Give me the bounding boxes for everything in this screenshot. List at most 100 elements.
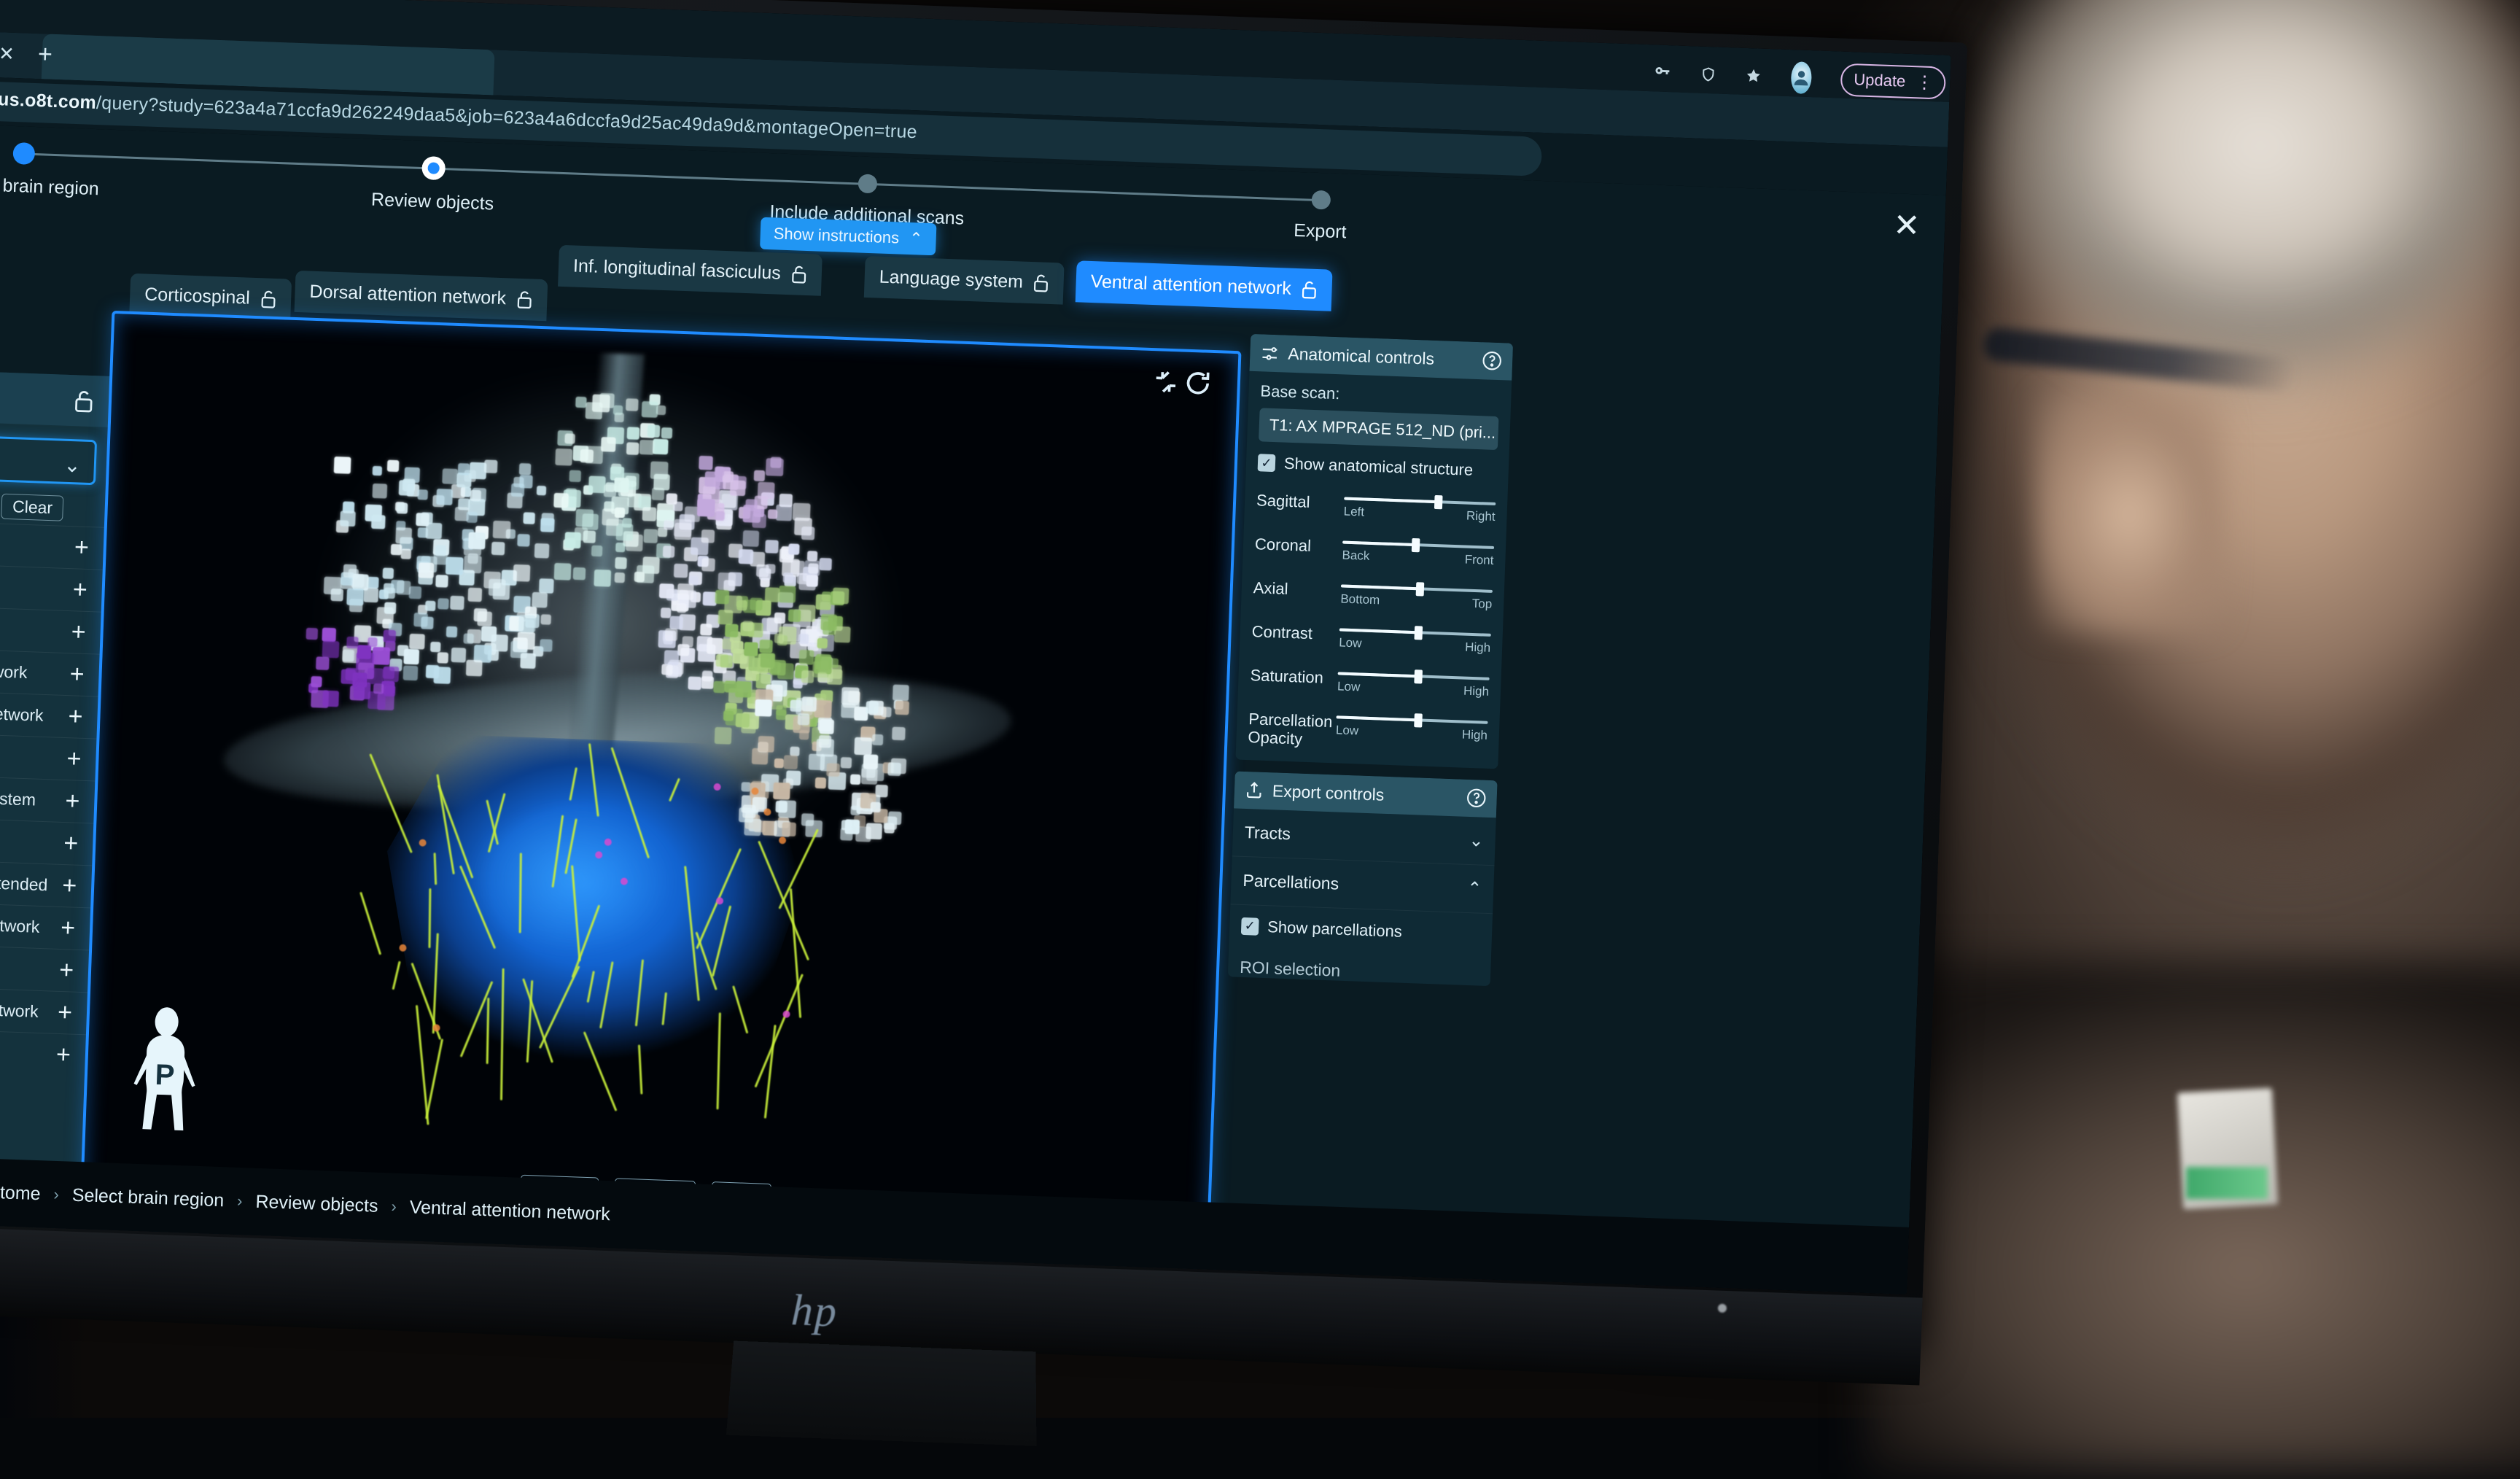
add-region-icon[interactable]: + <box>72 575 88 605</box>
sidebar-item[interactable]: Visual system+ <box>0 729 98 780</box>
slider-track[interactable] <box>1338 672 1490 680</box>
tab-inf-longitudinal-fasciculus[interactable]: Inf. longitudinal fasciculus <box>558 245 822 296</box>
sidebar-item[interactable]: Optic radiations-extended+ <box>0 856 93 907</box>
base-scan-select[interactable]: T1: AX MPRAGE 512_ND (pri... ⌄ <box>1259 408 1498 450</box>
slider-sagittal[interactable]: SagittalLeftRight <box>1256 484 1496 524</box>
sidebar-item[interactable]: Corticospinal+ <box>0 814 95 865</box>
breadcrumb-item[interactable]: Quicktome <box>0 1180 41 1204</box>
slider-thumb[interactable] <box>1415 669 1423 683</box>
breadcrumb-item[interactable]: Ventral attention network <box>409 1197 610 1225</box>
slider-saturation[interactable]: SaturationLowHigh <box>1250 659 1490 699</box>
tab-dorsal-attention-network[interactable]: Dorsal attention network <box>295 271 548 321</box>
sidebar-item[interactable]: Limbic+ <box>0 561 104 612</box>
slider-control[interactable]: LowHigh <box>1339 618 1491 655</box>
help-icon[interactable] <box>1482 350 1503 371</box>
region-select-dropdown[interactable]: ⌄ <box>0 432 97 485</box>
add-region-icon[interactable]: + <box>69 660 85 689</box>
update-button[interactable]: Update ⋮ <box>1840 63 1946 99</box>
export-controls-card: Export controls Tracts ⌄ Parcellations ⌃ <box>1228 771 1498 986</box>
breadcrumb-item[interactable]: Select brain region <box>71 1184 224 1211</box>
anatomical-controls-card: Anatomical controls Base scan: T1: AX MP… <box>1235 334 1513 769</box>
unlock-icon[interactable] <box>73 389 94 414</box>
tab-language-system[interactable]: Language system <box>864 256 1065 305</box>
checkbox-checked-icon[interactable]: ✓ <box>1258 454 1276 472</box>
orientation-letter: P <box>155 1059 175 1092</box>
brain-viewport-3d[interactable]: P Sagittal Coronal Axial <box>80 311 1242 1241</box>
unlock-icon[interactable] <box>516 290 533 309</box>
show-anatomical-structure-row[interactable]: ✓ Show anatomical structure <box>1258 453 1498 481</box>
add-region-icon[interactable]: + <box>66 745 82 774</box>
tab-ventral-attention-network[interactable]: Ventral attention network <box>1076 260 1333 311</box>
kebab-menu-icon[interactable]: ⋮ <box>1916 71 1933 93</box>
close-wizard-button[interactable]: ✕ <box>1893 209 1921 242</box>
add-region-icon[interactable]: + <box>59 956 74 985</box>
sidebar-item[interactable]: Language+ <box>0 519 106 570</box>
add-region-icon[interactable]: + <box>71 618 86 647</box>
show-instructions-button[interactable]: Show instructions ⌃ <box>760 217 936 256</box>
step-label: Select brain region <box>0 174 99 199</box>
unlock-icon[interactable] <box>790 265 807 284</box>
slider-track[interactable] <box>1342 541 1494 549</box>
add-region-icon[interactable]: + <box>55 1041 71 1070</box>
add-region-icon[interactable]: + <box>63 829 79 858</box>
slider-coronal[interactable]: CoronalBackFront <box>1254 527 1494 568</box>
sidebar-item[interactable]: Ventral attention network+ <box>0 898 92 950</box>
slider-parcellation-opacity[interactable]: Parcellation OpacityLowHigh <box>1248 702 1488 755</box>
slider-thumb[interactable] <box>1414 713 1423 727</box>
stepper-step-review-objects[interactable]: Review objects <box>371 139 497 215</box>
step-label: Export <box>1294 220 1347 243</box>
add-region-icon[interactable]: + <box>57 998 72 1028</box>
slider-control[interactable]: LeftRight <box>1343 487 1496 524</box>
slider-track[interactable] <box>1337 715 1488 723</box>
slider-control[interactable]: LowHigh <box>1336 705 1488 742</box>
unlock-icon[interactable] <box>1301 280 1318 300</box>
show-parcellations-row[interactable]: ✓ Show parcellations <box>1229 916 1492 955</box>
avatar[interactable] <box>1791 61 1813 94</box>
slider-thumb[interactable] <box>1412 538 1420 552</box>
chevron-up-icon: ⌃ <box>909 229 923 249</box>
slider-track[interactable] <box>1341 584 1493 592</box>
add-region-icon[interactable]: + <box>65 787 80 816</box>
slider-thumb[interactable] <box>1415 626 1423 640</box>
slider-control[interactable]: LowHigh <box>1337 661 1490 699</box>
accordion-label: Tracts <box>1244 823 1291 844</box>
slider-track[interactable] <box>1344 497 1496 505</box>
sidebar-item[interactable]: Extended limbic system+ <box>0 772 96 823</box>
new-tab-icon[interactable]: + <box>30 39 60 69</box>
tab-label: Ventral attention network <box>1090 271 1291 300</box>
close-icon[interactable]: ✕ <box>0 41 20 66</box>
key-icon[interactable] <box>1654 59 1671 86</box>
slider-control[interactable]: BottomTop <box>1340 574 1493 611</box>
sidebar-item[interactable]: Dorsal attention network+ <box>0 688 100 739</box>
slider-axial[interactable]: AxialBottomTop <box>1253 571 1493 612</box>
unlock-icon[interactable] <box>1033 273 1050 293</box>
slider-thumb[interactable] <box>1416 582 1425 596</box>
show-anatomical-structure-label: Show anatomical structure <box>1284 454 1474 480</box>
add-region-icon[interactable]: + <box>68 702 83 731</box>
tab-label: Dorsal attention network <box>309 282 506 310</box>
stepper-step-export[interactable]: Export <box>1294 172 1349 244</box>
slider-track[interactable] <box>1339 628 1491 636</box>
sidebar-item[interactable]: Salience network+ <box>0 603 103 654</box>
shield-icon[interactable] <box>1700 61 1717 88</box>
unlock-icon[interactable] <box>260 290 276 309</box>
star-icon[interactable] <box>1745 63 1762 90</box>
slider-contrast[interactable]: ContrastLowHigh <box>1251 615 1491 656</box>
add-region-icon[interactable]: + <box>61 914 76 943</box>
checkbox-checked-icon[interactable]: ✓ <box>1241 917 1259 935</box>
add-region-icon[interactable]: + <box>62 872 77 901</box>
clear-selection-button[interactable]: Clear <box>1 494 64 521</box>
slider-thumb[interactable] <box>1434 495 1443 509</box>
stepper-step-select-brain-region[interactable]: Select brain region <box>0 124 101 200</box>
accordion-row-parcellations[interactable]: Parcellations ⌃ <box>1230 856 1494 914</box>
sidebar-item[interactable]: Central network+ <box>0 941 90 992</box>
breadcrumb-item[interactable]: Review objects <box>255 1191 378 1216</box>
sidebar-item[interactable]: Default mode network+ <box>0 645 101 696</box>
help-icon[interactable] <box>1466 787 1487 808</box>
slider-control[interactable]: BackFront <box>1342 531 1494 568</box>
slider-max-label: High <box>1465 640 1491 656</box>
reset-rotation-icon[interactable] <box>1183 368 1213 398</box>
add-region-icon[interactable]: + <box>74 533 89 562</box>
collapse-arrows-icon[interactable] <box>1151 367 1181 397</box>
place-manual-button[interactable]: Place manual <box>0 1068 86 1122</box>
